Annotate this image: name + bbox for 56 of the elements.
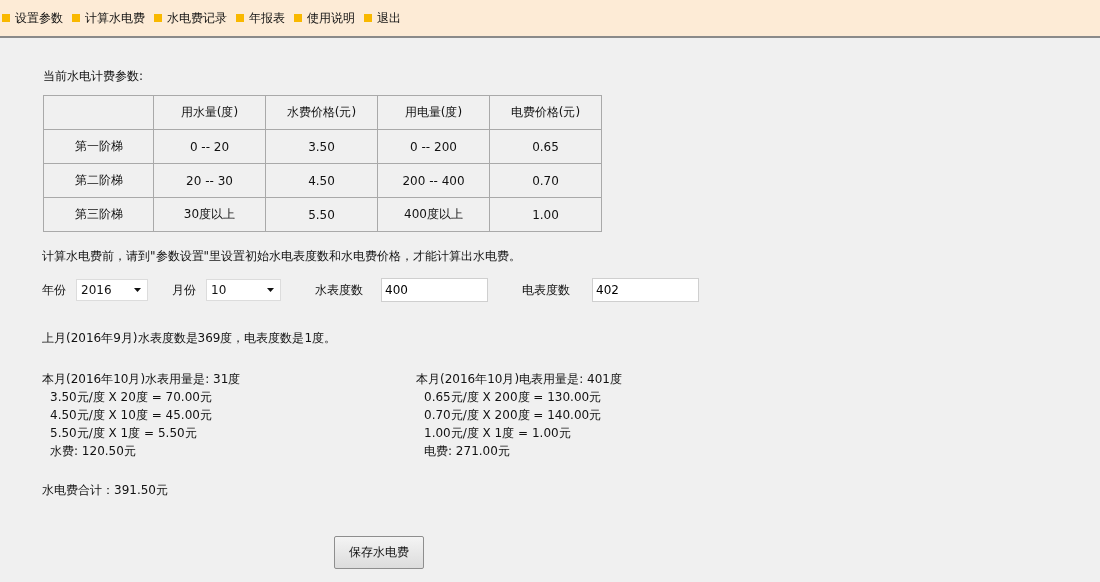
last-month-text: 上月(2016年9月)水表度数是369度，电表度数是1度。: [42, 330, 338, 347]
dropdown[interactable]: 10: [206, 279, 281, 301]
dropdown[interactable]: 2016: [76, 279, 148, 301]
caret-icon: [134, 288, 141, 292]
row-header: 第三阶梯: [43, 197, 154, 232]
column-header: 用电量(度): [377, 95, 490, 130]
menu-item[interactable]: 使用说明: [294, 9, 355, 27]
field-label: 月份: [172, 281, 196, 299]
column-header: 电费价格(元): [489, 95, 602, 130]
menu-item[interactable]: 年报表: [236, 9, 285, 27]
table-cell: 1.00: [489, 197, 602, 232]
subtotal-text: 水费: 120.50元: [49, 443, 137, 460]
table-cell: 0 -- 200: [377, 129, 490, 164]
subtotal-text: 电费: 271.00元: [423, 443, 511, 460]
calculation-line: 0.65元/度 X 200度 = 130.00元: [423, 389, 603, 406]
row-header: 第一阶梯: [43, 129, 154, 164]
column-header: 用水量(度): [153, 95, 266, 130]
caret-icon: [267, 288, 274, 292]
field-label: 年份: [42, 281, 66, 299]
square-icon: [236, 14, 244, 22]
calculation-line: 4.50元/度 X 10度 = 45.00元: [49, 407, 213, 424]
square-icon: [294, 14, 302, 22]
calculation-line: 0.70元/度 X 200度 = 140.00元: [423, 407, 603, 424]
calculation-line: 5.50元/度 X 1度 = 5.50元: [49, 425, 198, 442]
table-cell: 0 -- 20: [153, 129, 266, 164]
menu-item[interactable]: 设置参数: [2, 9, 63, 27]
column-header: 水费价格(元): [265, 95, 378, 130]
grand-total-text: 水电费合计：391.50元: [42, 482, 169, 499]
notice-text: 计算水电费前，请到"参数设置"里设置初始水电表度数和水电费价格，才能计算出水电费。: [42, 248, 523, 265]
input-field[interactable]: 402: [592, 278, 699, 302]
square-icon: [364, 14, 372, 22]
field-label: 电表度数: [522, 281, 570, 299]
menu-item[interactable]: 水电费记录: [154, 9, 227, 27]
menu-item[interactable]: 退出: [364, 9, 401, 27]
square-icon: [154, 14, 162, 22]
calculation-line: 1.00元/度 X 1度 = 1.00元: [423, 425, 572, 442]
table-cell: 0.65: [489, 129, 602, 164]
save-button[interactable]: 保存水电费: [334, 536, 424, 569]
table-cell: 0.70: [489, 163, 602, 198]
usage-heading: 本月(2016年10月)水表用量是: 31度: [42, 371, 242, 388]
square-icon: [2, 14, 10, 22]
table-cell: 4.50: [265, 163, 378, 198]
table-cell: 20 -- 30: [153, 163, 266, 198]
square-icon: [72, 14, 80, 22]
menu-item[interactable]: 计算水电费: [72, 9, 145, 27]
table-cell: 3.50: [265, 129, 378, 164]
table-cell: 30度以上: [153, 197, 266, 232]
usage-heading: 本月(2016年10月)电表用量是: 401度: [416, 371, 623, 388]
field-label: 水表度数: [315, 281, 363, 299]
section-title: 当前水电计费参数:: [43, 68, 145, 85]
calculation-line: 3.50元/度 X 20度 = 70.00元: [49, 389, 213, 406]
table-cell: 5.50: [265, 197, 378, 232]
table-cell: 400度以上: [377, 197, 490, 232]
row-header: 第二阶梯: [43, 163, 154, 198]
table-cell: 200 -- 400: [377, 163, 490, 198]
input-field[interactable]: 400: [381, 278, 488, 302]
